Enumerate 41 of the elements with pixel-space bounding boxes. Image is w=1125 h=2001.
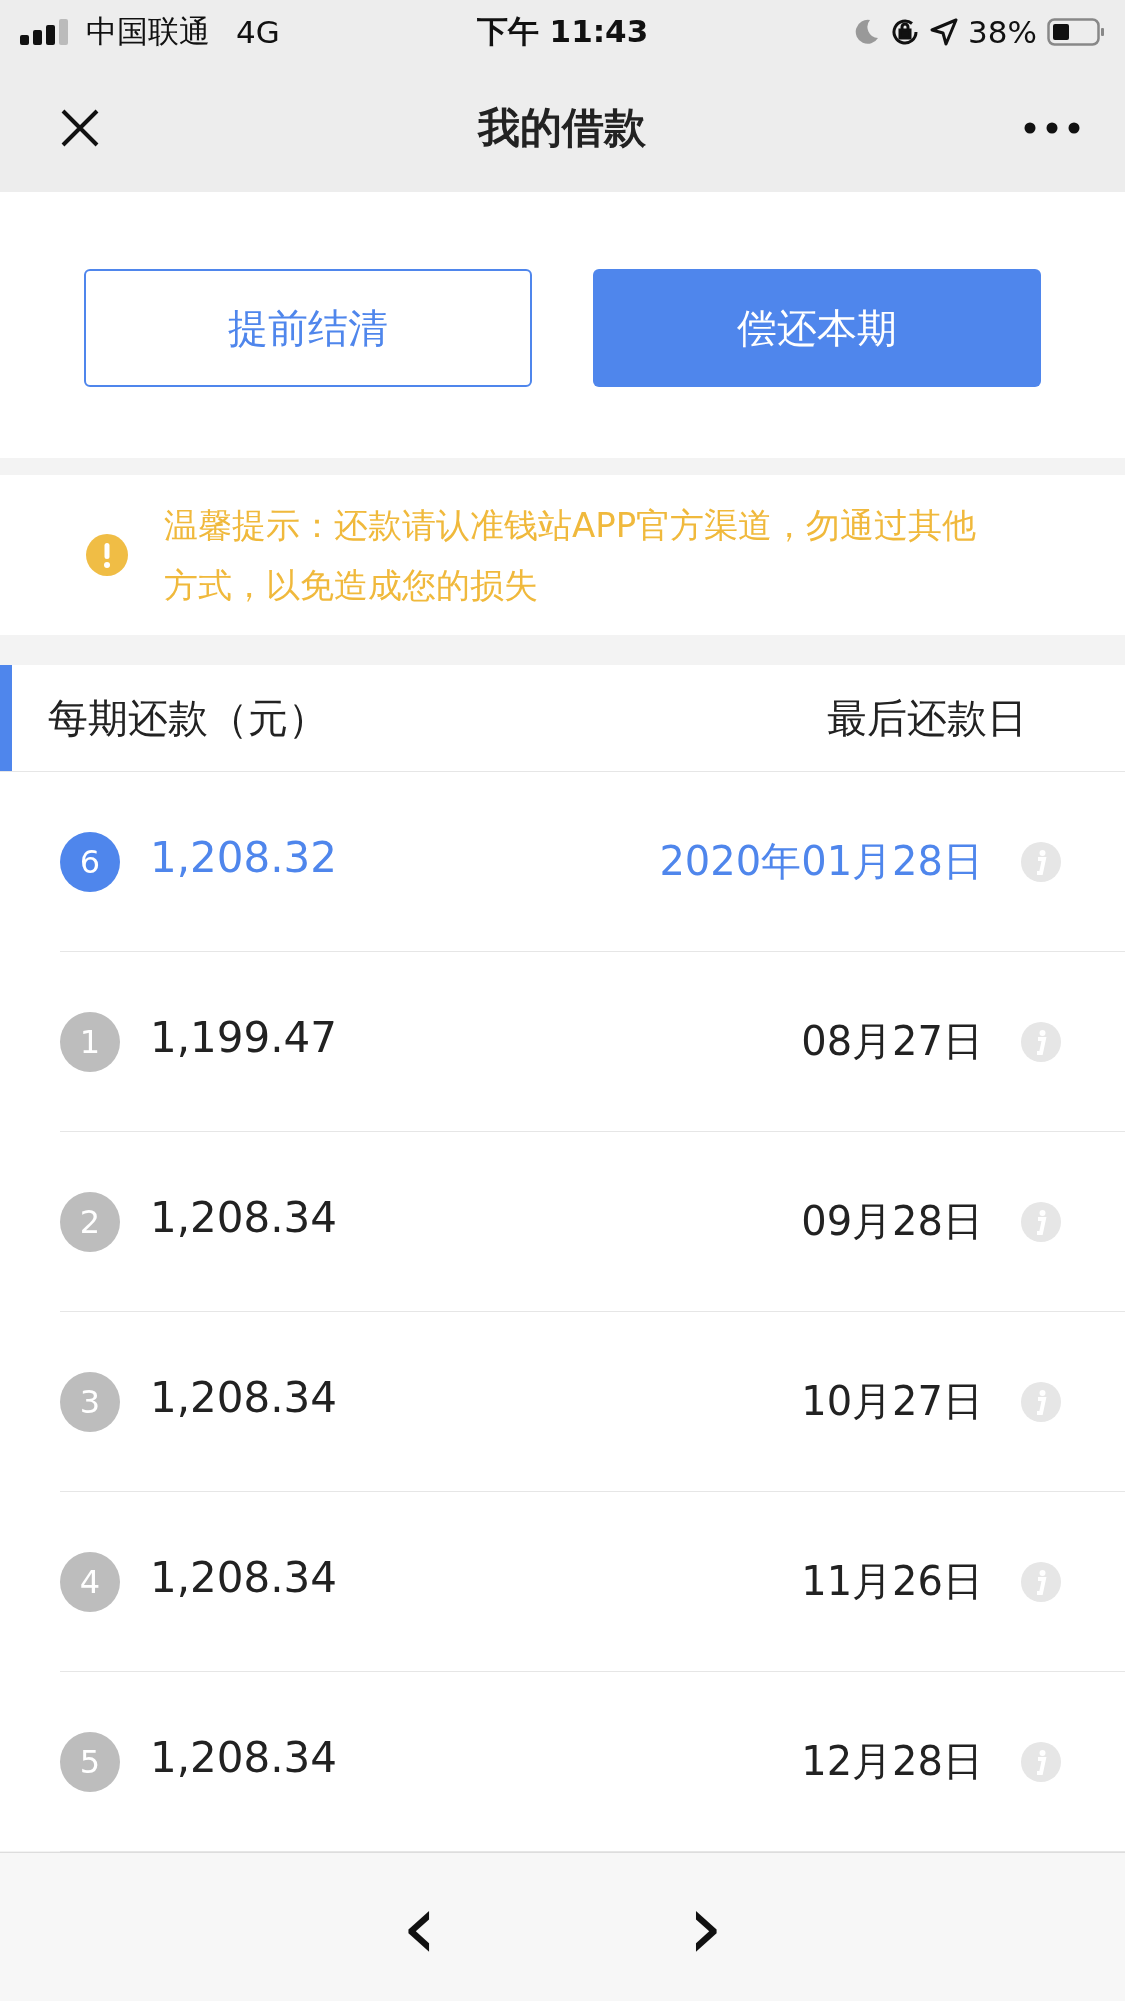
due-date-text: 09月28日	[801, 1197, 983, 1246]
column-header: 每期还款（元）	[48, 693, 328, 743]
close-icon[interactable]	[60, 108, 100, 148]
repay-button[interactable]: 偿还本期	[593, 269, 1041, 387]
battery-icon	[1047, 18, 1105, 46]
info-icon[interactable]	[1021, 1201, 1061, 1242]
info-icon[interactable]	[1021, 1021, 1061, 1062]
forward-button[interactable]: ›	[677, 1882, 734, 1972]
info-icon[interactable]	[1021, 1381, 1061, 1422]
amount-text: 1,208.34	[150, 1733, 339, 1782]
amount-text: 1,208.34	[150, 1373, 339, 1422]
period-badge: 1	[60, 1011, 120, 1072]
back-button[interactable]: ‹	[391, 1882, 448, 1972]
network-type: 4G	[236, 14, 280, 50]
period-badge: 3	[60, 1371, 120, 1432]
info-icon[interactable]	[1021, 841, 1061, 882]
due-date-text: 11月26日	[801, 1557, 983, 1606]
more-icon[interactable]	[1024, 122, 1080, 134]
period-badge: 5	[60, 1731, 120, 1792]
battery-percent: 38%	[968, 14, 1037, 50]
info-icon[interactable]	[1021, 1741, 1061, 1782]
period-badge: 4	[60, 1551, 120, 1612]
notice-text: 温馨提示：还款请认准钱站APP官方渠道，勿通过其他方式，以免造成您的损失	[164, 504, 978, 607]
warning-icon	[86, 534, 128, 576]
due-date-text: 10月27日	[801, 1377, 983, 1426]
amount-text: 1,208.32	[150, 833, 339, 882]
clock-time: 下午 11:43	[476, 13, 649, 49]
period-badge: 6	[60, 831, 120, 892]
amount-text: 1,208.34	[150, 1193, 339, 1242]
due-date-text: 12月28日	[801, 1737, 983, 1786]
location-icon	[930, 18, 959, 46]
column-header: 最后还款日	[827, 693, 1027, 743]
due-date-text: 2020年01月28日	[659, 837, 983, 886]
amount-text: 1,199.47	[150, 1013, 339, 1062]
page-title: 我的借款	[478, 103, 646, 152]
info-icon[interactable]	[1021, 1561, 1061, 1602]
carrier-name: 中国联通	[86, 12, 210, 51]
settle-button[interactable]: 提前结清	[84, 269, 532, 387]
due-date-text: 08月27日	[801, 1017, 983, 1066]
amount-text: 1,208.34	[150, 1553, 339, 1602]
period-badge: 2	[60, 1191, 120, 1252]
